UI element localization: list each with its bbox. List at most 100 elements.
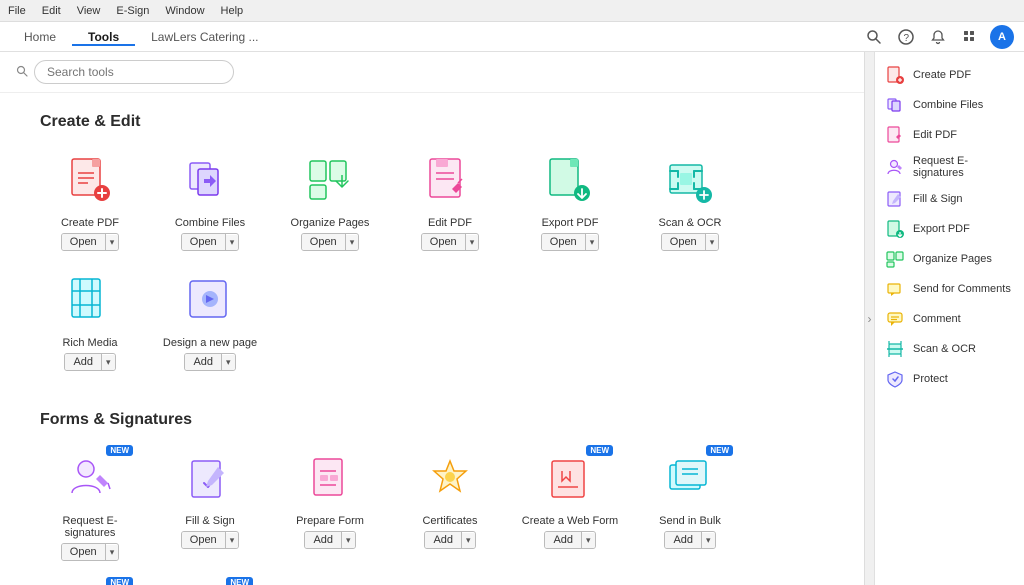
tab-home[interactable]: Home (8, 30, 72, 46)
menu-esign[interactable]: E-Sign (116, 5, 149, 17)
search-tools-icon (16, 65, 28, 80)
sidebar-item-scan-ocr[interactable]: Scan & OCR (875, 334, 1024, 364)
tool-rich-media: Rich Media Add ▾ (40, 271, 140, 371)
export-pdf-dropdown-btn[interactable]: ▾ (586, 235, 599, 250)
sidebar-comment-icon (885, 309, 905, 329)
prepare-form-label: Prepare Form (296, 515, 364, 527)
send-bulk-add-btn[interactable]: Add (665, 532, 702, 548)
request-esig-open-btn[interactable]: Open (62, 544, 106, 560)
search-icon[interactable] (862, 25, 886, 49)
sidebar-item-fill-sign[interactable]: Fill & Sign (875, 184, 1024, 214)
tool-organize-pages: Organize Pages Open ▾ (280, 151, 380, 251)
fill-sign-dropdown-btn[interactable]: ▾ (226, 533, 239, 548)
send-bulk-icon-box: NEW (655, 449, 725, 509)
bell-icon[interactable] (926, 25, 950, 49)
request-esig-dropdown-btn[interactable]: ▾ (106, 545, 119, 560)
rich-media-btn-group: Add ▾ (64, 353, 115, 371)
search-input[interactable] (34, 60, 234, 84)
design-page-btn-group: Add ▾ (184, 353, 235, 371)
menu-edit[interactable]: Edit (42, 5, 61, 17)
web-form-label: Create a Web Form (522, 515, 618, 527)
combine-files-dropdown-btn[interactable]: ▾ (226, 235, 239, 250)
sidebar-scan-label: Scan & OCR (913, 343, 976, 355)
rich-media-label: Rich Media (62, 337, 117, 349)
combine-files-open-btn[interactable]: Open (182, 234, 226, 250)
tab-tools[interactable]: Tools (72, 30, 135, 46)
scan-ocr-open-btn[interactable]: Open (662, 234, 706, 250)
sidebar-item-create-pdf[interactable]: Create PDF (875, 60, 1024, 90)
export-pdf-label: Export PDF (542, 217, 599, 229)
scan-ocr-dropdown-btn[interactable]: ▾ (706, 235, 719, 250)
certificates-btn-group: Add ▾ (424, 531, 475, 549)
sidebar-protect-label: Protect (913, 373, 948, 385)
design-page-add-btn[interactable]: Add (185, 354, 222, 370)
create-pdf-open-btn[interactable]: Open (62, 234, 106, 250)
sidebar-fill-icon (885, 189, 905, 209)
sidebar-item-export-pdf[interactable]: Export PDF (875, 214, 1024, 244)
certificates-add-btn[interactable]: Add (425, 532, 462, 548)
new-badge-esign-branding: NEW (106, 577, 133, 585)
edit-pdf-dropdown-btn[interactable]: ▾ (466, 235, 479, 250)
combine-files-icon-box (175, 151, 245, 211)
certificates-dropdown-btn[interactable]: ▾ (462, 533, 475, 548)
tab-bar: Home Tools LawLers Catering ... ? A (0, 22, 1024, 52)
web-form-dropdown-btn[interactable]: ▾ (582, 533, 595, 548)
prepare-form-icon-box (295, 449, 365, 509)
edit-pdf-label: Edit PDF (428, 217, 472, 229)
rich-media-dropdown-btn[interactable]: ▾ (102, 355, 115, 370)
grid-icon[interactable] (958, 25, 982, 49)
help-icon[interactable]: ? (894, 25, 918, 49)
fill-sign-open-btn[interactable]: Open (182, 532, 226, 548)
sidebar-scan-icon (885, 339, 905, 359)
request-esig-icon-box: NEW (55, 449, 125, 509)
send-bulk-label: Send in Bulk (659, 515, 721, 527)
tool-collect-payments: NEW Collect Payments Add ▾ (160, 581, 260, 585)
prepare-form-btn-group: Add ▾ (304, 531, 355, 549)
tool-send-bulk: NEW Send in Bulk Add ▾ (640, 449, 740, 561)
create-pdf-label: Create PDF (61, 217, 119, 229)
sidebar-create-pdf-label: Create PDF (913, 69, 971, 81)
menu-window[interactable]: Window (165, 5, 204, 17)
tool-edit-pdf: Edit PDF Open ▾ (400, 151, 500, 251)
rich-media-add-btn[interactable]: Add (65, 354, 102, 370)
certificates-icon-box (415, 449, 485, 509)
send-bulk-dropdown-btn[interactable]: ▾ (702, 533, 715, 548)
section-create-edit-title: Create & Edit (40, 113, 824, 131)
prepare-form-add-btn[interactable]: Add (305, 532, 342, 548)
sidebar-item-protect[interactable]: Protect (875, 364, 1024, 394)
menu-help[interactable]: Help (221, 5, 244, 17)
section-forms-signatures-title: Forms & Signatures (40, 411, 824, 429)
fill-sign-icon-box (175, 449, 245, 509)
prepare-form-dropdown-btn[interactable]: ▾ (342, 533, 355, 548)
sidebar-item-organize-pages[interactable]: Organize Pages (875, 244, 1024, 274)
web-form-btn-group: Add ▾ (544, 531, 595, 549)
sidebar-item-edit-pdf[interactable]: Edit PDF (875, 120, 1024, 150)
sidebar-item-combine-files[interactable]: Combine Files (875, 90, 1024, 120)
sidebar-organize-label: Organize Pages (913, 253, 992, 265)
scan-ocr-btn-group: Open ▾ (661, 233, 719, 251)
web-form-add-btn[interactable]: Add (545, 532, 582, 548)
sidebar-item-request-esig[interactable]: Request E-signatures (875, 150, 1024, 184)
sidebar-item-send-comments[interactable]: Send for Comments (875, 274, 1024, 304)
sidebar-combine-label: Combine Files (913, 99, 983, 111)
avatar[interactable]: A (990, 25, 1014, 49)
tab-document[interactable]: LawLers Catering ... (135, 30, 854, 44)
fill-sign-label: Fill & Sign (185, 515, 235, 527)
sidebar-organize-icon (885, 249, 905, 269)
expand-handle[interactable] (864, 52, 874, 585)
menu-view[interactable]: View (77, 5, 101, 17)
edit-pdf-open-btn[interactable]: Open (422, 234, 466, 250)
sidebar-esig-icon (885, 157, 905, 177)
menu-file[interactable]: File (8, 5, 26, 17)
web-form-icon-box: NEW (535, 449, 605, 509)
export-pdf-open-btn[interactable]: Open (542, 234, 586, 250)
design-page-dropdown-btn[interactable]: ▾ (222, 355, 235, 370)
section-create-edit: Create & Edit (0, 93, 864, 391)
request-esig-btn-group: Open ▾ (61, 543, 119, 561)
sidebar-item-comment[interactable]: Comment (875, 304, 1024, 334)
organize-pages-dropdown-btn[interactable]: ▾ (346, 235, 359, 250)
create-pdf-dropdown-btn[interactable]: ▾ (106, 235, 119, 250)
new-badge-send-bulk: NEW (706, 445, 733, 456)
create-edit-grid: Create PDF Open ▾ Combi (40, 151, 824, 371)
organize-pages-open-btn[interactable]: Open (302, 234, 346, 250)
